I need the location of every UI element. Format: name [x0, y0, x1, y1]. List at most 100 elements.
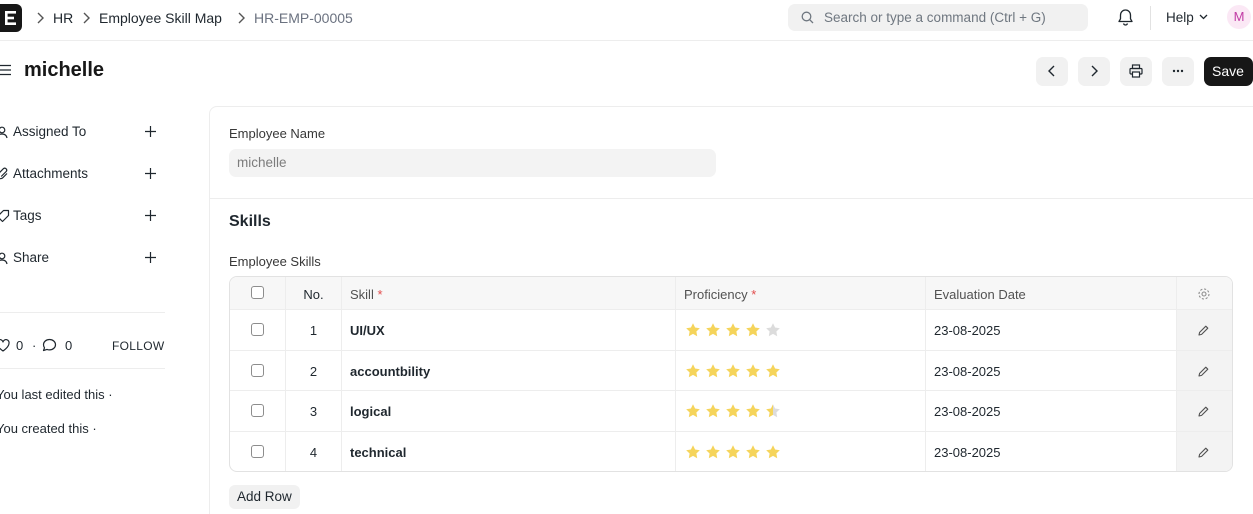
- table-row[interactable]: 4 technical 23-08-2025: [230, 431, 1232, 471]
- skill-cell[interactable]: technical: [342, 431, 676, 471]
- star-icon[interactable]: [745, 363, 761, 379]
- row-select-cell[interactable]: [230, 310, 286, 350]
- skill-cell[interactable]: logical: [342, 391, 676, 431]
- star-rating[interactable]: [685, 444, 785, 460]
- previous-record-button[interactable]: [1036, 57, 1068, 86]
- skill-cell[interactable]: accountbility: [342, 350, 676, 390]
- plus-icon[interactable]: [144, 125, 157, 138]
- row-edit-cell[interactable]: [1177, 431, 1232, 471]
- sidebar-divider: [0, 368, 165, 369]
- star-icon[interactable]: [765, 322, 781, 338]
- row-checkbox[interactable]: [251, 323, 264, 336]
- evaluation-date-cell[interactable]: 23-08-2025: [926, 391, 1177, 431]
- next-record-button[interactable]: [1078, 57, 1110, 86]
- sidebar-attachments[interactable]: Attachments: [0, 165, 165, 185]
- employee-skills-table: No. Skill * Proficiency * Evaluation Dat…: [229, 276, 1233, 472]
- row-checkbox[interactable]: [251, 444, 264, 458]
- star-rating[interactable]: [685, 322, 785, 338]
- star-rating[interactable]: [685, 403, 785, 419]
- user-avatar[interactable]: M: [1227, 5, 1251, 29]
- search-icon: [801, 11, 814, 24]
- follow-button[interactable]: FOLLOW: [112, 339, 164, 353]
- plus-icon[interactable]: [144, 209, 157, 222]
- skill-cell[interactable]: UI/UX: [342, 310, 676, 350]
- plus-icon[interactable]: [144, 167, 157, 180]
- table-row[interactable]: 3 logical 23-08-2025: [230, 391, 1232, 432]
- proficiency-cell[interactable]: [676, 310, 926, 350]
- notification-bell-icon[interactable]: [1117, 8, 1134, 27]
- more-actions-button[interactable]: [1162, 57, 1194, 86]
- print-button[interactable]: [1120, 57, 1152, 86]
- evaluation-date-value: 23-08-2025: [934, 444, 1001, 460]
- comment-icon[interactable]: [42, 338, 57, 353]
- chevron-down-icon[interactable]: [1199, 14, 1208, 20]
- evaluation-date-cell[interactable]: 23-08-2025: [926, 350, 1177, 390]
- evaluation-date-cell[interactable]: 23-08-2025: [926, 310, 1177, 350]
- star-icon[interactable]: [745, 403, 761, 419]
- section-divider: [210, 198, 1253, 199]
- heart-icon[interactable]: [0, 339, 10, 352]
- star-icon[interactable]: [705, 322, 721, 338]
- star-icon[interactable]: [725, 403, 741, 419]
- evaluation-date-value: 23-08-2025: [934, 323, 1001, 338]
- plus-icon[interactable]: [144, 251, 157, 264]
- chevron-right-icon: [37, 12, 44, 24]
- select-all-checkbox[interactable]: [251, 286, 264, 299]
- edit-pencil-icon[interactable]: [1197, 405, 1210, 418]
- table-row[interactable]: 1 UI/UX 23-08-2025: [230, 310, 1232, 351]
- star-icon[interactable]: [765, 403, 781, 419]
- employee-name-field[interactable]: michelle: [229, 149, 716, 177]
- header-skill: Skill *: [350, 287, 383, 302]
- proficiency-cell[interactable]: [676, 391, 926, 431]
- star-icon[interactable]: [685, 363, 701, 379]
- save-button[interactable]: Save: [1204, 57, 1253, 86]
- star-icon[interactable]: [685, 403, 701, 419]
- row-checkbox[interactable]: [251, 363, 264, 377]
- row-select-cell[interactable]: [230, 431, 286, 471]
- search-bar[interactable]: Search or type a command (Ctrl + G): [788, 4, 1088, 31]
- row-select-cell[interactable]: [230, 350, 286, 390]
- breadcrumb-doctype[interactable]: Employee Skill Map: [99, 9, 222, 27]
- star-shape: [766, 323, 780, 337]
- star-icon[interactable]: [725, 363, 741, 379]
- row-no-cell: 2: [286, 350, 342, 390]
- edit-pencil-icon[interactable]: [1197, 365, 1210, 378]
- star-icon[interactable]: [725, 444, 741, 460]
- star-rating[interactable]: [685, 363, 785, 379]
- proficiency-cell[interactable]: [676, 350, 926, 390]
- star-icon[interactable]: [705, 444, 721, 460]
- add-row-button[interactable]: Add Row: [229, 485, 300, 509]
- edit-pencil-icon[interactable]: [1197, 446, 1210, 459]
- help-menu[interactable]: Help: [1166, 10, 1194, 25]
- star-icon[interactable]: [745, 322, 761, 338]
- sidebar-tags[interactable]: Tags: [0, 207, 165, 227]
- star-icon[interactable]: [745, 444, 761, 460]
- breadcrumb-docname[interactable]: HR-EMP-00005: [254, 9, 353, 27]
- sidebar-share[interactable]: Share: [0, 249, 165, 269]
- star-icon[interactable]: [685, 322, 701, 338]
- row-edit-cell[interactable]: [1177, 350, 1232, 390]
- app-logo[interactable]: [0, 4, 22, 32]
- row-checkbox[interactable]: [251, 404, 264, 417]
- row-edit-cell[interactable]: [1177, 391, 1232, 431]
- proficiency-cell[interactable]: [676, 431, 926, 471]
- star-shape: [746, 363, 760, 377]
- header-skill-cell: Skill *: [342, 277, 676, 309]
- star-icon[interactable]: [705, 363, 721, 379]
- gear-icon[interactable]: [1197, 287, 1211, 301]
- header-skill-label: Skill: [350, 287, 374, 302]
- star-icon[interactable]: [725, 322, 741, 338]
- star-icon[interactable]: [765, 444, 781, 460]
- star-icon[interactable]: [705, 403, 721, 419]
- star-icon[interactable]: [765, 363, 781, 379]
- sidebar-assigned-to[interactable]: Assigned To: [0, 123, 165, 143]
- evaluation-date-cell[interactable]: 23-08-2025: [926, 431, 1177, 471]
- row-edit-cell[interactable]: [1177, 310, 1232, 350]
- table-row[interactable]: 2 accountbility 23-08-2025: [230, 350, 1232, 391]
- breadcrumb-hr[interactable]: HR: [53, 9, 73, 27]
- star-icon[interactable]: [685, 444, 701, 460]
- edit-pencil-icon[interactable]: [1197, 324, 1210, 337]
- sidebar-toggle-icon[interactable]: [0, 64, 12, 76]
- row-select-cell[interactable]: [230, 391, 286, 431]
- row-no-cell: 3: [286, 391, 342, 431]
